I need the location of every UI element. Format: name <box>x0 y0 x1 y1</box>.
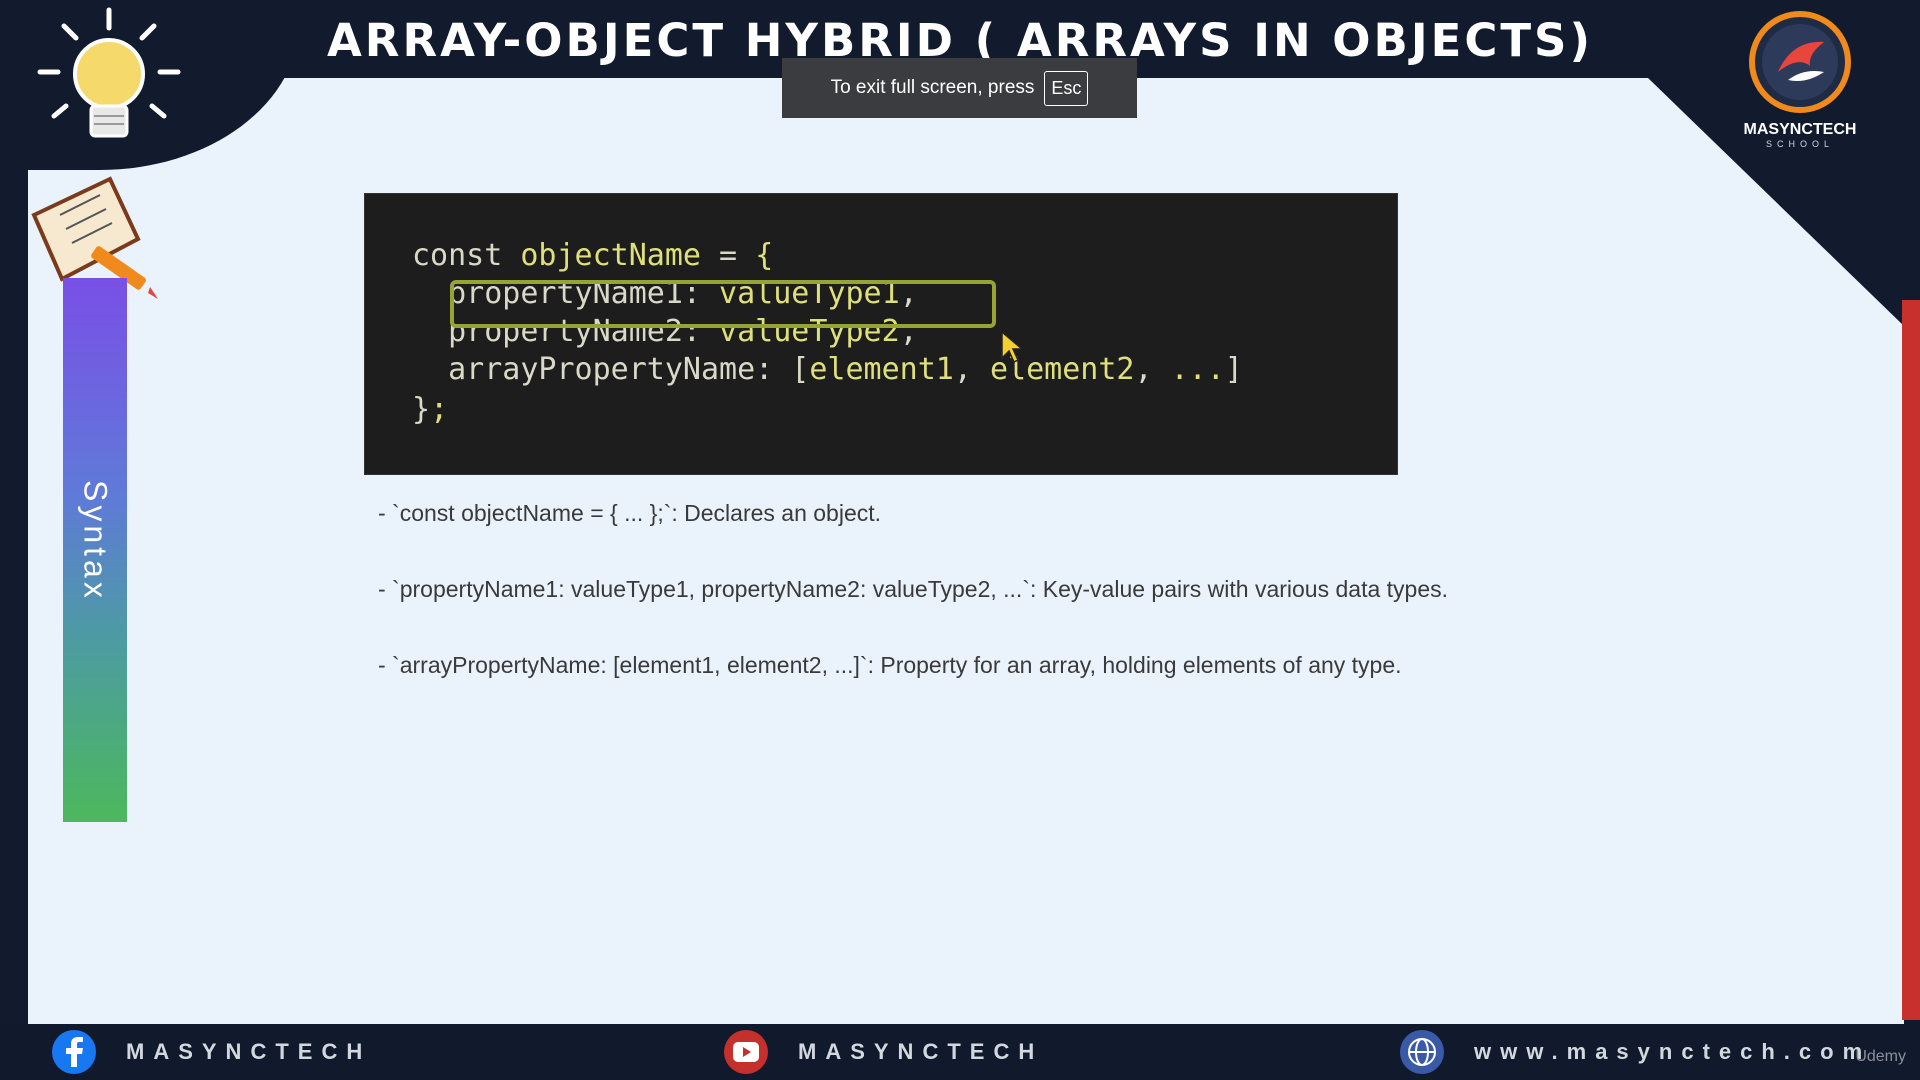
esc-key-badge: Esc <box>1044 70 1089 106</box>
code-line-5: }; <box>412 392 449 427</box>
toast-text: To exit full screen, press <box>830 77 1035 98</box>
globe-icon <box>1400 1030 1444 1074</box>
bullet-item-1: - `const objectName = { ... };`: Declare… <box>378 500 882 526</box>
footer-website-text: www.masynctech.com <box>1474 1039 1872 1064</box>
footer-facebook[interactable]: MASYNCTECH <box>52 1030 371 1074</box>
logo-name: MASYNCTECH <box>1743 121 1857 138</box>
code-line-4: arrayPropertyName: [element1, element2, … <box>412 352 1243 387</box>
watermark-text: Udemy <box>1855 1048 1906 1065</box>
footer-website[interactable]: www.masynctech.com <box>1400 1030 1871 1074</box>
code-line-1: const objectName = { <box>412 238 774 273</box>
school-logo: MASYNCTECH SCHOOL <box>1720 10 1880 150</box>
sidebar-label: Syntax <box>77 480 114 602</box>
bullet-item-3: - `arrayPropertyName: [element1, element… <box>378 652 1402 678</box>
facebook-icon <box>52 1030 96 1074</box>
footer-youtube-text: MASYNCTECH <box>798 1039 1044 1064</box>
accent-strip <box>1902 300 1920 1020</box>
footer-facebook-text: MASYNCTECH <box>126 1039 372 1064</box>
fullscreen-exit-toast: To exit full screen, press Esc <box>782 58 1137 118</box>
mouse-cursor-icon <box>1000 330 1026 364</box>
logo-icon <box>1749 11 1851 113</box>
youtube-icon <box>724 1030 768 1074</box>
logo-subtitle: SCHOOL <box>1765 139 1834 149</box>
code-highlight-box <box>450 280 996 328</box>
footer-youtube[interactable]: MASYNCTECH <box>724 1030 1043 1074</box>
bullet-item-2: - `propertyName1: valueType1, propertyNa… <box>378 576 1449 602</box>
